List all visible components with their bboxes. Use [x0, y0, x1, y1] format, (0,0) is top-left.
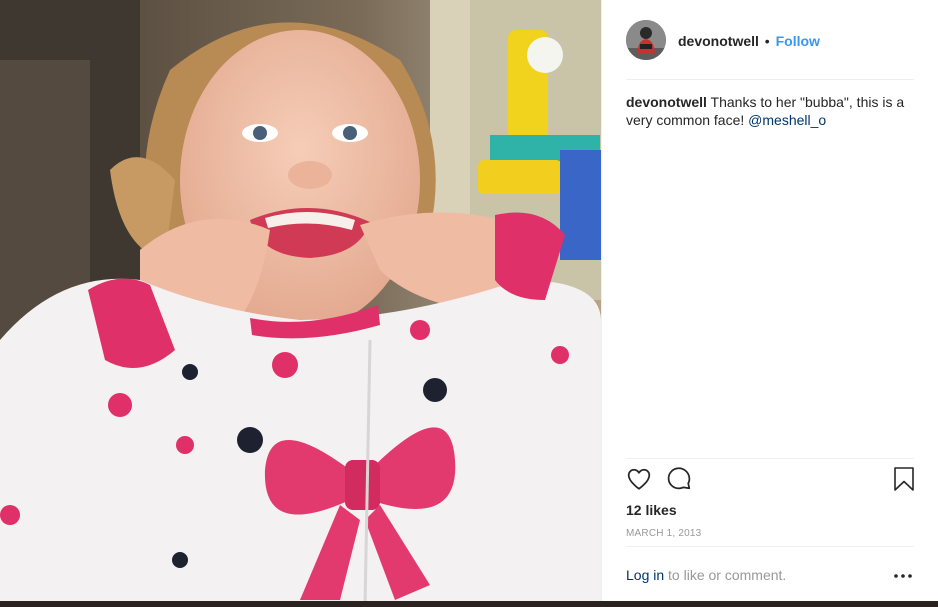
action-bar [626, 466, 922, 498]
follow-button[interactable]: Follow [776, 33, 820, 49]
header-divider [626, 79, 914, 80]
bottom-divider [626, 546, 914, 547]
comment-icon [667, 467, 691, 490]
post-caption: devonotwell Thanks to her "bubba", this … [626, 93, 914, 129]
post-side-panel: devonotwell • Follow devonotwell Thanks … [601, 0, 938, 607]
login-prompt: Log in to like or comment. [626, 567, 786, 583]
avatar-image [626, 20, 666, 60]
login-text: to like or comment. [664, 567, 787, 583]
header-text: devonotwell • Follow [678, 33, 820, 49]
like-button[interactable] [626, 466, 654, 496]
more-options-button[interactable] [892, 568, 914, 584]
actions-divider [626, 458, 914, 459]
more-options-icon [894, 574, 912, 578]
caption-mention[interactable]: @meshell_o [748, 112, 826, 128]
login-link[interactable]: Log in [626, 567, 664, 583]
header-username[interactable]: devonotwell [678, 33, 759, 49]
post-modal: devonotwell • Follow devonotwell Thanks … [0, 0, 938, 607]
post-timestamp[interactable]: MARCH 1, 2013 [626, 528, 701, 539]
header-separator: • [764, 33, 770, 49]
photo-illustration [0, 0, 601, 607]
bookmark-icon [894, 467, 914, 491]
backdrop-strip [0, 601, 938, 607]
save-button[interactable] [892, 466, 920, 496]
post-header: devonotwell • Follow [602, 0, 938, 80]
avatar[interactable] [626, 20, 666, 60]
comment-button[interactable] [666, 466, 694, 496]
likes-count[interactable]: 12 likes [626, 502, 677, 518]
caption-username[interactable]: devonotwell [626, 94, 707, 110]
post-photo[interactable] [0, 0, 601, 607]
heart-icon [627, 468, 651, 490]
